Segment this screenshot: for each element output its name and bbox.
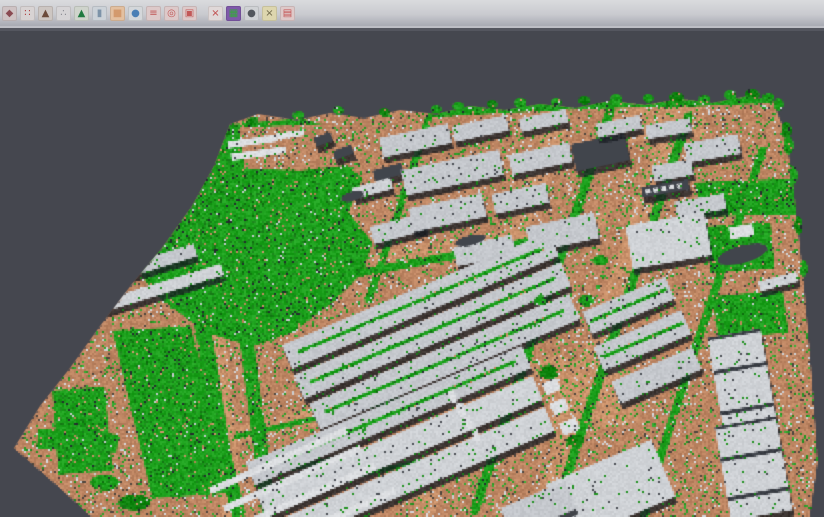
open-icon[interactable]: ◆	[2, 6, 17, 21]
target-icon[interactable]: ◎	[164, 6, 179, 21]
measure-icon[interactable]: ×	[262, 6, 277, 21]
panel-icon[interactable]: ▮	[92, 6, 107, 21]
sparse-points-icon[interactable]: ∴	[56, 6, 71, 21]
point-cloud-3d-viewport[interactable]	[0, 0, 824, 517]
toolbar-group-separator	[200, 6, 205, 21]
sphere-render-icon[interactable]: ●	[244, 6, 259, 21]
toolbar-separator	[0, 26, 824, 31]
clear-icon[interactable]: ×	[208, 6, 223, 21]
globe-icon[interactable]: ●	[128, 6, 143, 21]
terrain-icon[interactable]: ▲	[74, 6, 89, 21]
layer-list-icon[interactable]: ≡	[146, 6, 161, 21]
colormap-icon[interactable]: ▦	[226, 6, 241, 21]
selection-icon[interactable]: ▣	[182, 6, 197, 21]
toolbar: ◆∷▲∴▲▮■●≡◎▣×▦●×▤	[0, 0, 824, 26]
mesh-icon[interactable]: ▲	[38, 6, 53, 21]
flag-icon[interactable]: ▤	[280, 6, 295, 21]
register-points-icon[interactable]: ∷	[20, 6, 35, 21]
application-window: ◆∷▲∴▲▮■●≡◎▣×▦●×▤	[0, 0, 824, 517]
ortho-photo-icon[interactable]: ■	[110, 6, 125, 21]
